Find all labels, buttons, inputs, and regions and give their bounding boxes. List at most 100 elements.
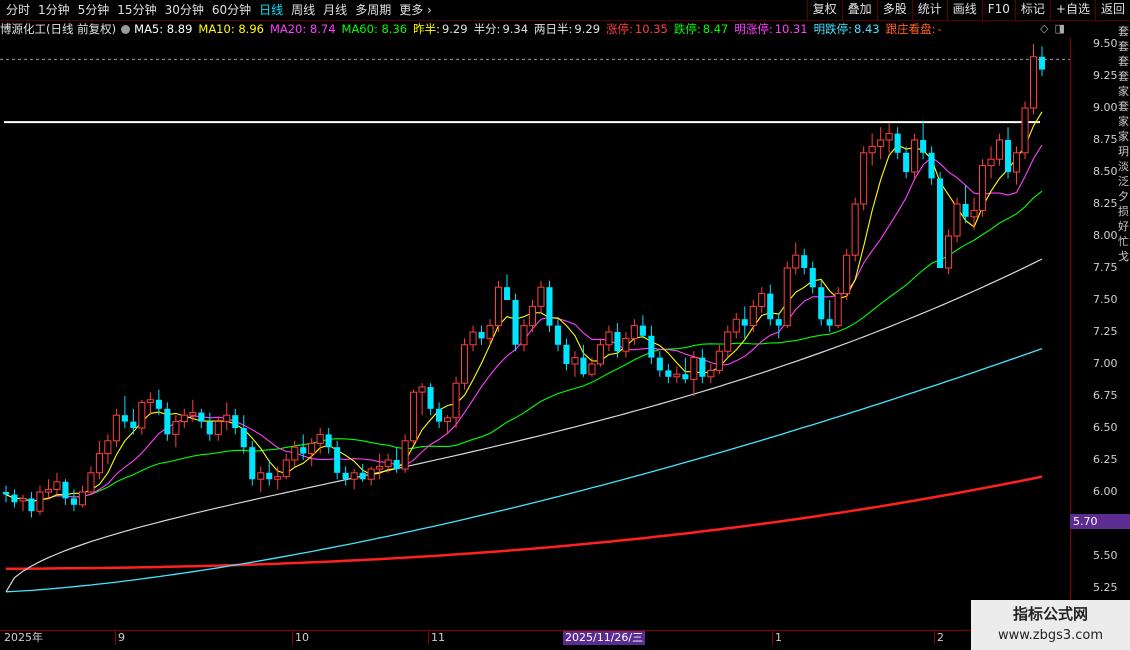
candle-body: [308, 442, 316, 455]
candle-body: [843, 254, 851, 295]
y-tick: 8.25: [1093, 197, 1118, 210]
candle-body: [121, 415, 128, 422]
candle-body: [937, 178, 944, 268]
candle-body: [707, 369, 715, 378]
watermark-logo: 指标公式网 www.zbgs3.com: [971, 600, 1130, 650]
candle-body: [70, 498, 77, 505]
candle-body: [656, 357, 663, 371]
candle-body: [214, 421, 222, 435]
candle-body: [461, 344, 469, 384]
kline-chart[interactable]: [0, 0, 1070, 630]
candle-body: [1038, 56, 1045, 70]
candle-body: [648, 335, 655, 358]
y-tick: 6.75: [1093, 389, 1118, 402]
candle-body: [962, 204, 969, 217]
candle-body: [868, 145, 876, 154]
candle-body: [512, 300, 519, 345]
candle-body: [62, 481, 69, 499]
candle-body: [206, 421, 213, 435]
candle-body: [146, 399, 154, 403]
candle-body: [401, 440, 409, 470]
candle-body: [699, 357, 706, 377]
candle-body: [987, 158, 995, 167]
candle-body: [792, 254, 800, 269]
candle-body: [528, 305, 537, 327]
candle-body: [452, 382, 460, 419]
y-tick: 8.50: [1093, 165, 1118, 178]
time-axis: 2025年 9 10 11 2025/11/26/三 1 2: [0, 630, 1070, 645]
candle-body: [546, 287, 553, 326]
candle-body: [350, 472, 358, 480]
watermark-url: www.zbgs3.com: [997, 628, 1104, 643]
candle-body: [639, 325, 646, 336]
candle-body: [741, 319, 748, 326]
candle-body: [1030, 56, 1038, 109]
candle-body: [418, 386, 426, 393]
candle-body: [282, 459, 290, 478]
y-tick: 6.25: [1093, 453, 1118, 466]
candle-body: [359, 472, 366, 480]
candle-body: [877, 139, 885, 147]
candle-body: [257, 472, 265, 480]
candle-body: [605, 331, 613, 346]
candle-body: [860, 152, 868, 205]
candle-body: [885, 133, 893, 141]
time-label: 10: [295, 631, 309, 644]
watermark-title: 指标公式网: [1012, 605, 1088, 623]
candle-body: [903, 152, 910, 172]
candle-body: [953, 203, 961, 237]
candle-body: [384, 459, 392, 467]
y-tick: 5.50: [1093, 549, 1118, 562]
candle-body: [95, 453, 104, 474]
candle-body: [393, 460, 400, 469]
candle-body: [376, 465, 384, 470]
candle-body: [2, 492, 9, 495]
candle-body: [554, 325, 561, 345]
candle-body: [232, 415, 239, 428]
candle-body: [36, 491, 44, 512]
candle-body: [818, 287, 825, 320]
candle-body: [44, 488, 53, 493]
candle-body: [495, 286, 503, 327]
candle-body: [155, 399, 162, 409]
candle-body: [851, 203, 859, 256]
candle-body: [630, 325, 638, 339]
candle-body: [970, 209, 978, 218]
y-tick: 9.00: [1093, 101, 1118, 114]
candle-body: [11, 494, 18, 503]
candle-body: [749, 305, 757, 327]
candle-body: [614, 332, 621, 352]
time-label: 9: [118, 631, 125, 644]
candle-body: [580, 357, 587, 375]
candle-body: [775, 319, 782, 326]
current-price-tag: 5.70: [1070, 514, 1130, 529]
candle-body: [911, 139, 919, 173]
time-separator: [772, 631, 773, 645]
candle-body: [266, 472, 273, 480]
candle-body: [783, 267, 791, 327]
candle-body: [427, 387, 434, 409]
time-separator: [428, 631, 429, 645]
candle-body: [436, 408, 443, 422]
time-separator: [115, 631, 116, 645]
candle-body: [130, 421, 137, 428]
candle-body: [104, 440, 112, 455]
candle-body: [826, 319, 833, 326]
y-tick: 7.25: [1093, 325, 1118, 338]
candle-body: [180, 414, 188, 423]
candle-body: [189, 412, 197, 416]
candle-body: [715, 350, 723, 371]
y-tick: 6.50: [1093, 421, 1118, 434]
candle-body: [979, 165, 987, 211]
back-button[interactable]: 返回: [1094, 0, 1130, 20]
y-tick: 7.75: [1093, 261, 1118, 274]
candle-body: [410, 391, 418, 442]
candle-body: [198, 412, 205, 422]
ma250-line: [5, 347, 1043, 593]
long-term-ma-line: [5, 475, 1043, 571]
y-tick: 9.25: [1093, 69, 1118, 82]
candle-body: [809, 268, 816, 288]
candle-body: [300, 447, 307, 454]
candle-body: [682, 374, 689, 380]
y-tick: 7.50: [1093, 293, 1118, 306]
